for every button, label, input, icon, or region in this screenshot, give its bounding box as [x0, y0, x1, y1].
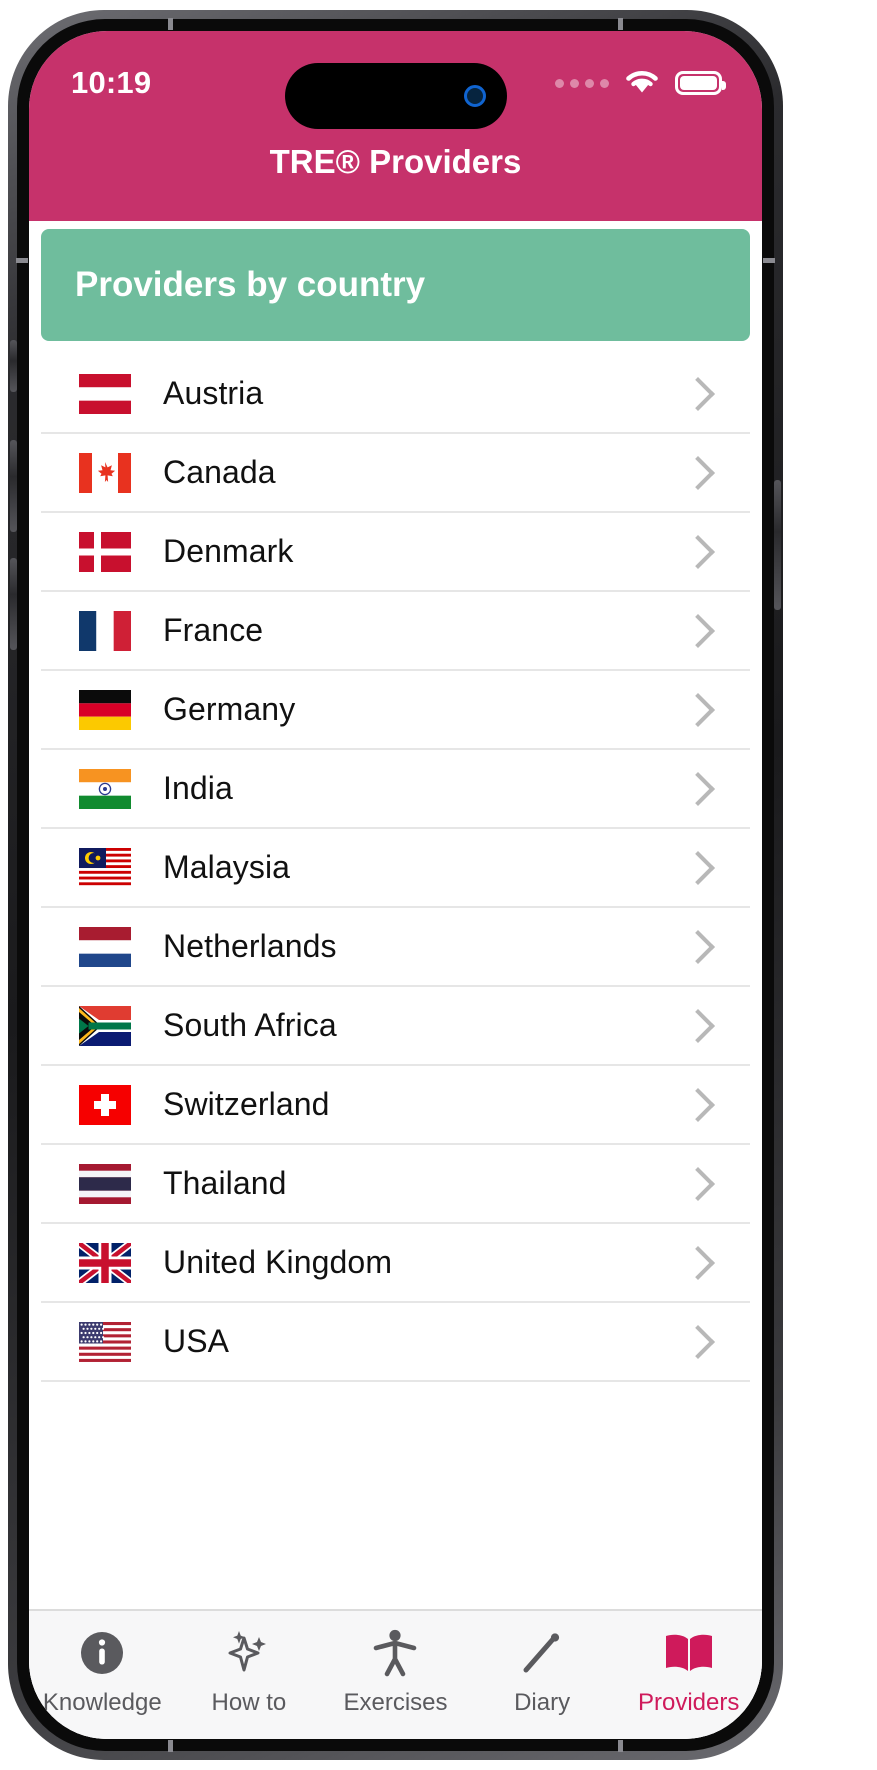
country-name: Canada: [163, 454, 276, 490]
country-name: Denmark: [163, 533, 294, 569]
flag-usa-icon: [77, 1320, 133, 1364]
signal-dots-icon: [555, 78, 609, 88]
tab-item-knowledge[interactable]: Knowledge: [29, 1627, 176, 1717]
flag-thailand-icon: [77, 1162, 133, 1206]
flag-netherlands-icon: [77, 925, 133, 969]
country-row[interactable]: Switzerland: [41, 1066, 750, 1145]
book-icon: [662, 1627, 716, 1679]
country-row[interactable]: Germany: [41, 671, 750, 750]
country-name: Malaysia: [163, 849, 291, 885]
chevron-right-icon[interactable]: [681, 613, 715, 648]
chevron-right-icon[interactable]: [681, 1087, 715, 1122]
dynamic-island: [284, 63, 507, 129]
tab-item-exercises[interactable]: Exercises: [322, 1627, 469, 1717]
pencil-icon: [518, 1627, 566, 1679]
volume-up-button[interactable]: [10, 440, 17, 532]
person-icon: [370, 1627, 420, 1679]
phone-screen: 10:19 TRE® Providers Providers by countr…: [29, 31, 762, 1739]
tab-label: How to: [211, 1689, 287, 1716]
flag-india-icon: [77, 767, 133, 811]
tab-item-how-to[interactable]: How to: [176, 1627, 323, 1717]
flag-south-africa-icon: [77, 1004, 133, 1048]
country-name: USA: [163, 1323, 230, 1359]
chevron-right-icon[interactable]: [681, 850, 715, 885]
antenna-line-right: [763, 258, 775, 263]
country-name: Thailand: [163, 1165, 287, 1201]
antenna-line-top-right: [618, 18, 623, 30]
flag-germany-icon: [77, 688, 133, 732]
chevron-right-icon[interactable]: [681, 376, 715, 411]
section-header-title: Providers by country: [75, 265, 426, 304]
tab-label: Diary: [514, 1689, 571, 1716]
chevron-right-icon[interactable]: [681, 1324, 715, 1359]
flag-denmark-icon: [77, 530, 133, 574]
country-row[interactable]: Netherlands: [41, 908, 750, 987]
chevron-right-icon[interactable]: [681, 534, 715, 569]
tab-label: Providers: [637, 1689, 740, 1716]
chevron-right-icon[interactable]: [681, 929, 715, 964]
phone-bezel: 10:19 TRE® Providers Providers by countr…: [17, 19, 774, 1751]
chevron-right-icon[interactable]: [681, 1166, 715, 1201]
info-circle-icon: [78, 1627, 126, 1679]
country-name: South Africa: [163, 1007, 337, 1043]
battery-icon: [675, 71, 726, 95]
chevron-right-icon[interactable]: [681, 692, 715, 727]
content-area: Providers by country Austria Canada Denm…: [29, 229, 762, 1739]
country-row[interactable]: Thailand: [41, 1145, 750, 1224]
country-row[interactable]: Canada: [41, 434, 750, 513]
country-row[interactable]: Austria: [41, 355, 750, 434]
country-row[interactable]: India: [41, 750, 750, 829]
country-row[interactable]: USA: [41, 1303, 750, 1382]
antenna-line-bottom-left: [168, 1740, 173, 1752]
status-bar-indicators: [555, 67, 726, 100]
country-list[interactable]: Austria Canada Denmark France Germany Indi…: [41, 341, 750, 1479]
status-bar-time: 10:19: [71, 65, 152, 100]
country-row[interactable]: United Kingdom: [41, 1224, 750, 1303]
country-row[interactable]: Malaysia: [41, 829, 750, 908]
wifi-icon: [623, 67, 661, 100]
country-name: Netherlands: [163, 928, 337, 964]
country-name: Switzerland: [163, 1086, 330, 1122]
app-header: 10:19 TRE® Providers: [29, 31, 762, 221]
country-row[interactable]: Denmark: [41, 513, 750, 592]
flag-canada-icon: [77, 451, 133, 495]
flag-malaysia-icon: [77, 846, 133, 890]
tab-label: Knowledge: [42, 1689, 162, 1716]
tab-label: Exercises: [343, 1689, 448, 1716]
chevron-right-icon[interactable]: [681, 1008, 715, 1043]
country-row[interactable]: South Africa: [41, 987, 750, 1066]
country-name: France: [163, 612, 264, 648]
tab-bar: Knowledge How to Exercises Diary Provide…: [29, 1609, 762, 1739]
power-button[interactable]: [774, 480, 781, 610]
country-name: India: [163, 770, 233, 806]
antenna-line-top-left: [168, 18, 173, 30]
chevron-right-icon[interactable]: [681, 771, 715, 806]
volume-down-button[interactable]: [10, 558, 17, 650]
page-title: TRE® Providers: [269, 143, 522, 180]
country-name: United Kingdom: [163, 1244, 393, 1280]
phone-frame: 10:19 TRE® Providers Providers by countr…: [8, 10, 783, 1760]
chevron-right-icon[interactable]: [681, 455, 715, 490]
tab-item-providers[interactable]: Providers: [615, 1627, 762, 1717]
flag-france-icon: [77, 609, 133, 653]
silent-switch-button[interactable]: [10, 340, 17, 392]
country-name: Germany: [163, 691, 296, 727]
flag-united-kingdom-icon: [77, 1241, 133, 1285]
tab-item-diary[interactable]: Diary: [469, 1627, 616, 1717]
flag-switzerland-icon: [77, 1083, 133, 1127]
flag-austria-icon: [77, 372, 133, 416]
section-header: Providers by country: [41, 229, 750, 341]
country-name: Austria: [163, 375, 264, 411]
chevron-right-icon[interactable]: [681, 1245, 715, 1280]
antenna-line-left: [16, 258, 28, 263]
country-row[interactable]: France: [41, 592, 750, 671]
sparkles-icon: [223, 1627, 275, 1679]
antenna-line-bottom-right: [618, 1740, 623, 1752]
front-camera-icon: [463, 85, 486, 107]
